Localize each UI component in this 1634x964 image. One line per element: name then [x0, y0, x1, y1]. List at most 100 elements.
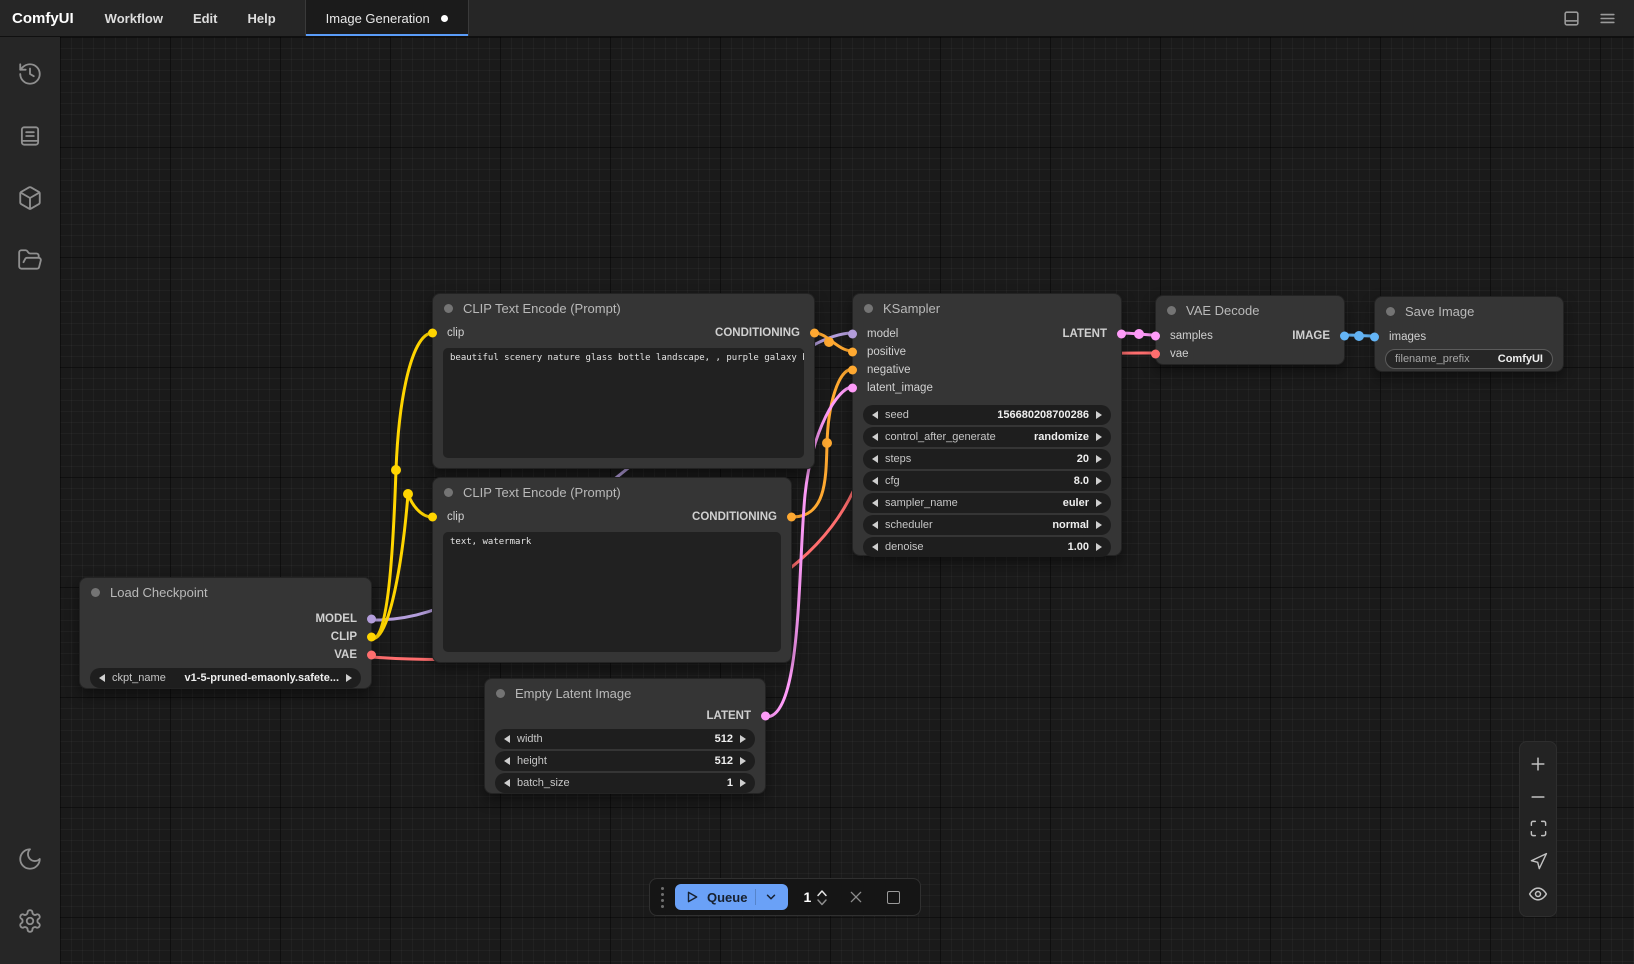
widget-prev-arrow-icon[interactable] [504, 779, 510, 787]
batch-count-stepper[interactable]: 1 [799, 889, 832, 906]
widget-next-arrow-icon[interactable] [1096, 477, 1102, 485]
widget-next-arrow-icon[interactable] [1096, 543, 1102, 551]
model-library-icon[interactable] [9, 177, 51, 219]
widget-prev-arrow-icon[interactable] [872, 455, 878, 463]
widget-prev-arrow-icon[interactable] [872, 433, 878, 441]
workflows-folder-icon[interactable] [9, 239, 51, 281]
input-slot-positive[interactable] [848, 348, 857, 357]
widget-height[interactable]: height 512 [495, 751, 755, 771]
widget-sampler-name[interactable]: sampler_name euler [863, 493, 1111, 513]
toggle-visibility-eye-icon[interactable] [1525, 881, 1551, 907]
input-slot-clip[interactable] [428, 513, 437, 522]
widget-next-arrow-icon[interactable] [740, 757, 746, 765]
batch-count-value: 1 [803, 889, 811, 905]
widget-next-arrow-icon[interactable] [1096, 433, 1102, 441]
bottom-panel-toggle-icon[interactable] [1556, 4, 1586, 32]
widget-prev-arrow-icon[interactable] [872, 411, 878, 419]
widget-next-arrow-icon[interactable] [346, 674, 352, 682]
queue-options-chevron-icon [764, 890, 778, 904]
node-vae-decode[interactable]: VAE Decode samples IMAGE vae [1155, 295, 1345, 365]
node-collapse-dot[interactable] [444, 304, 453, 313]
node-collapse-dot[interactable] [496, 689, 505, 698]
widget-next-arrow-icon[interactable] [1096, 499, 1102, 507]
widget-ckpt-name[interactable]: ckpt_name v1-5-pruned-emaonly.safete... [90, 668, 361, 688]
node-title: VAE Decode [1186, 303, 1259, 318]
widget-next-arrow-icon[interactable] [740, 779, 746, 787]
canvas-zoom-toolbar [1519, 741, 1557, 917]
widget-prev-arrow-icon[interactable] [872, 521, 878, 529]
node-collapse-dot[interactable] [1167, 306, 1176, 315]
tab-image-generation[interactable]: Image Generation [305, 0, 469, 36]
zoom-in-icon[interactable] [1525, 751, 1551, 777]
node-collapse-dot[interactable] [864, 304, 873, 313]
widget-next-arrow-icon[interactable] [1096, 455, 1102, 463]
output-slot-latent[interactable] [761, 712, 770, 721]
node-graph-canvas[interactable] [60, 37, 1634, 964]
panel-drag-handle-icon[interactable] [661, 887, 664, 908]
menu-workflow[interactable]: Workflow [90, 0, 178, 36]
input-slot-latent-image[interactable] [848, 384, 857, 393]
widget-next-arrow-icon[interactable] [1096, 521, 1102, 529]
play-icon [685, 890, 699, 904]
hamburger-menu-icon[interactable] [1592, 4, 1622, 32]
fit-view-icon[interactable] [1525, 816, 1551, 842]
node-ksampler[interactable]: KSampler model LATENT positive negative … [852, 293, 1122, 556]
queue-history-icon[interactable] [9, 53, 51, 95]
widget-prev-arrow-icon[interactable] [872, 543, 878, 551]
input-slot-model[interactable] [848, 330, 857, 339]
widget-prev-arrow-icon[interactable] [872, 499, 878, 507]
input-slot-samples[interactable] [1151, 332, 1160, 341]
output-slot-image[interactable] [1340, 332, 1349, 341]
widget-scheduler[interactable]: scheduler normal [863, 515, 1111, 535]
widget-prev-arrow-icon[interactable] [504, 735, 510, 743]
widget-control-after-generate[interactable]: control_after_generate randomize [863, 427, 1111, 447]
node-clip-text-encode-negative[interactable]: CLIP Text Encode (Prompt) clip CONDITION… [432, 477, 792, 663]
select-mode-cursor-icon[interactable] [1525, 848, 1551, 874]
input-slot-images[interactable] [1370, 333, 1379, 342]
zoom-out-icon[interactable] [1525, 784, 1551, 810]
node-collapse-dot[interactable] [444, 488, 453, 497]
tab-label: Image Generation [326, 11, 430, 26]
stop-square-icon[interactable] [880, 884, 906, 910]
tab-active-underline [306, 34, 468, 36]
widget-next-arrow-icon[interactable] [1096, 411, 1102, 419]
theme-toggle-moon-icon[interactable] [9, 838, 51, 880]
node-library-icon[interactable] [9, 115, 51, 157]
widget-filename-prefix[interactable]: filename_prefix ComfyUI [1385, 349, 1553, 369]
widget-denoise[interactable]: denoise 1.00 [863, 537, 1111, 557]
input-slot-vae[interactable] [1151, 350, 1160, 359]
queue-button[interactable]: Queue [675, 884, 788, 910]
decrement-icon [816, 898, 828, 906]
prompt-textarea[interactable]: text, watermark [443, 532, 781, 652]
input-slot-negative[interactable] [848, 366, 857, 375]
output-slot-conditioning[interactable] [810, 329, 819, 338]
widget-seed[interactable]: seed 156680208700286 [863, 405, 1111, 425]
clear-queue-x-icon[interactable] [843, 884, 869, 910]
node-title: KSampler [883, 301, 940, 316]
node-load-checkpoint[interactable]: Load Checkpoint MODEL CLIP VAE ckpt_name… [79, 577, 372, 689]
output-slot-latent[interactable] [1117, 330, 1126, 339]
output-slot-model[interactable] [367, 615, 376, 624]
output-slot-conditioning[interactable] [787, 513, 796, 522]
widget-cfg[interactable]: cfg 8.0 [863, 471, 1111, 491]
settings-gear-icon[interactable] [9, 900, 51, 942]
prompt-textarea[interactable]: beautiful scenery nature glass bottle la… [443, 348, 804, 458]
widget-batch-size[interactable]: batch_size 1 [495, 773, 755, 793]
widget-prev-arrow-icon[interactable] [504, 757, 510, 765]
input-slot-clip[interactable] [428, 329, 437, 338]
widget-width[interactable]: width 512 [495, 729, 755, 749]
node-save-image[interactable]: Save Image images filename_prefix ComfyU… [1374, 296, 1564, 372]
node-collapse-dot[interactable] [91, 588, 100, 597]
widget-prev-arrow-icon[interactable] [99, 674, 105, 682]
widget-prev-arrow-icon[interactable] [872, 477, 878, 485]
widget-next-arrow-icon[interactable] [740, 735, 746, 743]
output-slot-clip[interactable] [367, 633, 376, 642]
node-collapse-dot[interactable] [1386, 307, 1395, 316]
widget-steps[interactable]: steps 20 [863, 449, 1111, 469]
node-clip-text-encode-positive[interactable]: CLIP Text Encode (Prompt) clip CONDITION… [432, 293, 815, 469]
node-empty-latent-image[interactable]: Empty Latent Image LATENT width 512 heig… [484, 678, 766, 794]
menu-edit[interactable]: Edit [178, 0, 233, 36]
output-slot-vae[interactable] [367, 651, 376, 660]
menu-help[interactable]: Help [233, 0, 291, 36]
node-title: CLIP Text Encode (Prompt) [463, 485, 621, 500]
